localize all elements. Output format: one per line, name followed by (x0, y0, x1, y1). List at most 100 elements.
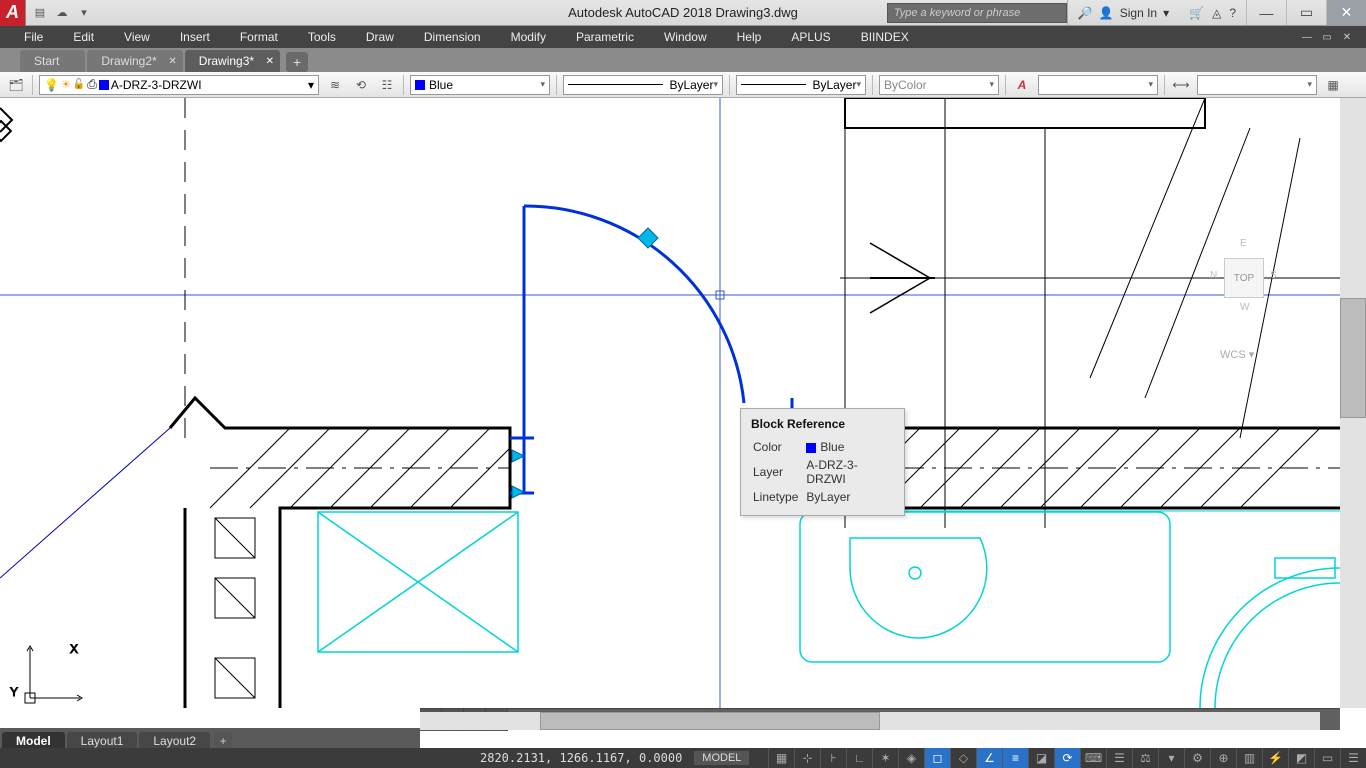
minimize-button[interactable]: — (1246, 0, 1286, 25)
color-swatch (806, 443, 816, 453)
tab-label: Start (34, 54, 59, 68)
color-dropdown[interactable]: Blue ▾ (410, 75, 550, 95)
polar-toggle-icon[interactable]: ✶ (872, 748, 898, 768)
search-input[interactable]: Type a keyword or phrase (887, 3, 1067, 23)
menu-tools[interactable]: Tools (294, 28, 350, 46)
layer-prev-icon[interactable]: ⟲ (351, 75, 371, 95)
menu-view[interactable]: View (110, 28, 164, 46)
menu-parametric[interactable]: Parametric (562, 28, 648, 46)
signin-button[interactable]: 🔎 👤 Sign In ▾ (1067, 0, 1179, 25)
app-logo[interactable]: A (0, 0, 26, 26)
doc-restore-button[interactable]: ▭ (1318, 29, 1336, 45)
separator (1164, 75, 1165, 95)
menu-file[interactable]: File (10, 28, 57, 46)
cleanscreen-icon[interactable]: ▭ (1314, 748, 1340, 768)
linetype-preview (568, 84, 663, 85)
scrollbar-thumb[interactable] (1340, 298, 1366, 418)
dimstyle-icon[interactable]: ⟷ (1171, 75, 1191, 95)
chevron-down-icon: ▾ (308, 78, 314, 92)
osnap-toggle-icon[interactable]: ◻ (924, 748, 950, 768)
cart-icon[interactable]: 🛒 (1189, 6, 1204, 20)
color-swatch (415, 80, 425, 90)
transparency-toggle-icon[interactable]: ◪ (1028, 748, 1054, 768)
customize-icon[interactable]: ☰ (1340, 748, 1366, 768)
units-icon[interactable]: ▥ (1236, 748, 1262, 768)
scrollbar-thumb[interactable] (540, 712, 880, 730)
new-tab-button[interactable]: + (286, 52, 308, 72)
annotation-monitor-icon[interactable]: ⊕ (1210, 748, 1236, 768)
grid-toggle-icon[interactable]: ▦ (768, 748, 794, 768)
vertical-scrollbar[interactable] (1340, 98, 1366, 708)
chevron-down-icon: ▾ (989, 79, 994, 90)
menu-insert[interactable]: Insert (166, 28, 224, 46)
quickprops-toggle-icon[interactable]: ☰ (1106, 748, 1132, 768)
doc-minimize-button[interactable]: — (1298, 29, 1316, 45)
cloud-icon[interactable]: ☁ (54, 5, 70, 21)
plotstyle-dropdown[interactable]: ByColor ▾ (879, 75, 999, 95)
chevron-down-icon: ▾ (856, 79, 861, 90)
menu-window[interactable]: Window (650, 28, 721, 46)
layer-match-icon[interactable]: ≋ (325, 75, 345, 95)
menu-biindex[interactable]: BIINDEX (847, 28, 923, 46)
lineweight-preview (741, 84, 806, 85)
close-icon[interactable]: ✕ (168, 56, 176, 67)
menu-dimension[interactable]: Dimension (410, 28, 495, 46)
dimstyle-dropdown[interactable]: ▾ (1197, 75, 1317, 95)
dropdown-icon[interactable]: ▾ (76, 5, 92, 21)
app-icon[interactable]: ◬ (1212, 6, 1221, 20)
lineweight-dropdown[interactable]: ByLayer ▾ (736, 75, 866, 95)
close-button[interactable]: ✕ (1326, 0, 1366, 25)
otrack-toggle-icon[interactable]: ∠ (976, 748, 1002, 768)
exchange-tools: 🛒 ◬ ? (1179, 6, 1246, 20)
tab-drawing2[interactable]: Drawing2* ✕ (87, 50, 182, 72)
menu-aplus[interactable]: APLUS (777, 28, 844, 46)
tooltip-key: Color (753, 439, 804, 455)
help-icon[interactable]: ? (1229, 6, 1236, 20)
lineweight-toggle-icon[interactable]: ≡ (1002, 748, 1028, 768)
textstyle-dropdown[interactable]: ▾ (1038, 75, 1158, 95)
ortho-toggle-icon[interactable]: ∟ (846, 748, 872, 768)
tab-label: Drawing2* (101, 54, 156, 68)
app-title: Autodesk AutoCAD 2018 Drawing3.dwg (568, 5, 798, 20)
menu-modify[interactable]: Modify (497, 28, 560, 46)
linetype-dropdown[interactable]: ByLayer ▾ (563, 75, 723, 95)
dynamic-input-icon[interactable]: ⌨ (1080, 748, 1106, 768)
chevron-down-icon: ▾ (1307, 79, 1312, 90)
layer-dropdown[interactable]: 💡 ☀ 🔓 ⎙ A-DRZ-3-DRZWI ▾ (39, 75, 319, 95)
doc-close-button[interactable]: ✕ (1338, 29, 1356, 45)
tab-drawing3[interactable]: Drawing3*✕ (185, 50, 280, 72)
layer-states-icon[interactable]: ☷ (377, 75, 397, 95)
workspace-icon[interactable]: ⚙ (1184, 748, 1210, 768)
selection-cycling-icon[interactable]: ⟳ (1054, 748, 1080, 768)
signin-label: Sign In (1120, 6, 1157, 20)
space-tag[interactable]: MODEL (694, 751, 749, 765)
drawing-canvas[interactable]: X Y Block Reference ColorBlue LayerA-DRZ… (0, 98, 1340, 708)
status-bar: 2820.2131, 1266.1167, 0.0000 MODEL ▦ ⊹ ⊦… (0, 748, 1366, 768)
3dosnap-toggle-icon[interactable]: ◇ (950, 748, 976, 768)
svg-text:X: X (70, 642, 78, 656)
maximize-button[interactable]: ▭ (1286, 0, 1326, 25)
tooltip-key: Linetype (753, 489, 804, 505)
menu-format[interactable]: Format (226, 28, 292, 46)
horizontal-scrollbar[interactable] (420, 712, 1320, 730)
hardware-accel-icon[interactable]: ⚡ (1262, 748, 1288, 768)
menu-help[interactable]: Help (723, 28, 776, 46)
scale-list-icon[interactable]: ▾ (1158, 748, 1184, 768)
infer-toggle-icon[interactable]: ⊦ (820, 748, 846, 768)
snap-toggle-icon[interactable]: ⊹ (794, 748, 820, 768)
tablestyle-icon[interactable]: ▦ (1323, 75, 1343, 95)
menu-dropdown-icon[interactable]: ▤ (32, 5, 48, 21)
menu-draw[interactable]: Draw (352, 28, 408, 46)
window-controls: — ▭ ✕ (1246, 0, 1366, 25)
isoplane-toggle-icon[interactable]: ◈ (898, 748, 924, 768)
textstyle-icon[interactable]: A (1012, 75, 1032, 95)
close-icon[interactable]: ✕ (266, 56, 274, 67)
menu-edit[interactable]: Edit (59, 28, 108, 46)
tooltip-title: Block Reference (751, 417, 894, 431)
isolate-icon[interactable]: ◩ (1288, 748, 1314, 768)
tooltip-value: A-DRZ-3-DRZWI (806, 457, 892, 487)
tab-start[interactable]: Start (20, 50, 85, 72)
layer-manager-icon[interactable]: 🗂 (6, 75, 26, 95)
coordinates-readout: 2820.2131, 1266.1167, 0.0000 (470, 751, 692, 765)
annotation-scale-icon[interactable]: ⚖ (1132, 748, 1158, 768)
